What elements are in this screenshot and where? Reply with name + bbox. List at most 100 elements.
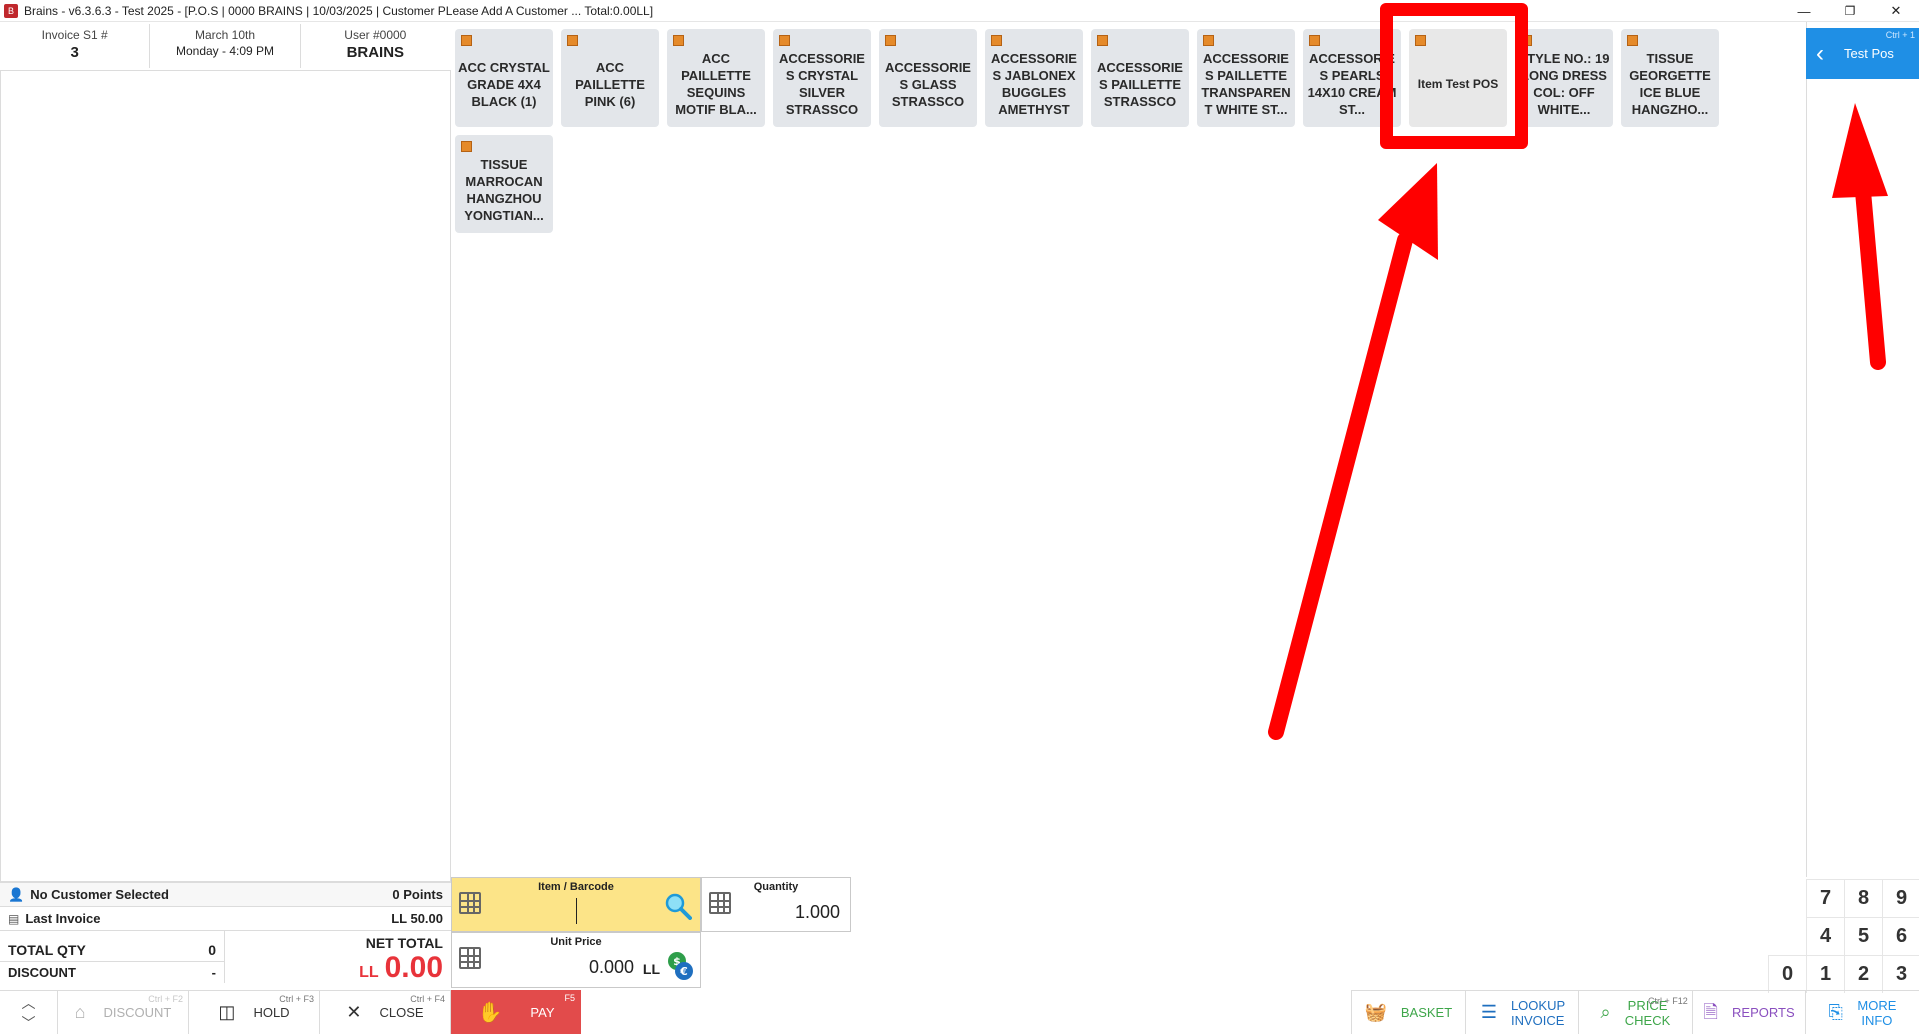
reports-label: REPORTS <box>1732 1005 1795 1020</box>
total-qty-value: 0 <box>208 942 216 958</box>
close-icon: ✕ <box>346 1002 362 1022</box>
chevron-up-icon[interactable]: ︿ <box>22 993 36 1013</box>
numpad-key[interactable]: 3 <box>1882 955 1919 993</box>
keypad-icon[interactable] <box>709 892 731 914</box>
hand-money-icon: ✋ <box>477 1001 503 1024</box>
numpad-key[interactable]: 1 <box>1806 955 1844 993</box>
price-check-button[interactable]: Ctrl + F12 ⌕ PRICE CHECK <box>1578 991 1692 1034</box>
item-tile-label: ACC CRYSTAL GRADE 4X4 BLACK (1) <box>458 59 550 109</box>
svg-text:€: € <box>679 965 688 978</box>
invoice-header: Invoice S1 # 3 March 10th Monday - 4:09 … <box>0 24 450 68</box>
unit-price-field[interactable]: Unit Price 0.000 LL $ € <box>451 932 701 988</box>
item-tile[interactable]: STYLE NO.: 19 LONG DRESS COL: OFF WHITE.… <box>1515 29 1613 127</box>
quantity-field[interactable]: Quantity 1.000 <box>701 877 851 932</box>
basket-label: BASKET <box>1400 1005 1453 1020</box>
item-tile-label: ACCESSORIES PAILLETTE STRASSCO <box>1097 59 1183 109</box>
receipt-icon: ▤ <box>8 911 20 926</box>
numpad-key[interactable]: 5 <box>1844 917 1882 955</box>
category-panel <box>1806 22 1919 877</box>
item-tile[interactable]: ACCESSORIES GLASS STRASSCO <box>879 29 977 127</box>
item-color-icon <box>885 35 896 46</box>
category-test-pos-button[interactable]: Ctrl + 1 ‹ Test Pos <box>1806 28 1919 79</box>
scroll-nav: ︿ ﹀ <box>0 991 58 1034</box>
date-label: March 10th <box>194 28 255 42</box>
keypad-icon[interactable] <box>459 947 481 969</box>
item-tile[interactable]: ACCESSORIES JABLONEX BUGGLES AMETHYST <box>985 29 1083 127</box>
hold-button[interactable]: Ctrl + F3 ◫ HOLD <box>189 991 320 1034</box>
reports-button[interactable]: 🗎 REPORTS <box>1691 991 1806 1034</box>
item-color-icon <box>567 35 578 46</box>
user-label: User #0000 <box>344 28 407 42</box>
close-invoice-button[interactable]: Ctrl + F4 ✕ CLOSE <box>320 991 451 1034</box>
item-color-icon <box>461 35 472 46</box>
app-logo-icon: B <box>4 3 18 18</box>
close-button-label: CLOSE <box>379 1005 424 1020</box>
item-color-icon <box>1097 35 1108 46</box>
close-window-button[interactable]: ✕ <box>1873 0 1919 22</box>
total-qty-label: TOTAL QTY <box>8 942 86 958</box>
close-shortcut: Ctrl + F4 <box>410 994 445 1004</box>
chevron-down-icon[interactable]: ﹀ <box>22 1013 36 1033</box>
pay-button[interactable]: F5 ✋ PAY <box>451 990 581 1034</box>
item-tile[interactable]: ACC PAILLETTE SEQUINS MOTIF BLA... <box>667 29 765 127</box>
numpad-key[interactable]: 8 <box>1844 879 1882 917</box>
discount-button[interactable]: Ctrl + F2 ⌂ DISCOUNT <box>58 991 189 1034</box>
item-tile[interactable]: ACC CRYSTAL GRADE 4X4 BLACK (1) <box>455 29 553 127</box>
search-icon[interactable] <box>664 892 692 920</box>
tag-icon: ⌂ <box>74 1002 86 1022</box>
numpad-key[interactable]: 6 <box>1882 917 1919 955</box>
title-bar: B Brains - v6.3.6.3 - Test 2025 - [P.O.S… <box>0 0 1919 22</box>
numpad-key[interactable]: 4 <box>1806 917 1844 955</box>
basket-button[interactable]: 🧺 BASKET <box>1351 991 1465 1034</box>
unit-price-value[interactable]: 0.000 <box>589 957 634 978</box>
user-name: BRAINS <box>346 44 405 61</box>
numpad-key[interactable]: 7 <box>1806 879 1844 917</box>
discount-button-label: DISCOUNT <box>103 1005 172 1020</box>
category-shortcut: Ctrl + 1 <box>1885 30 1915 40</box>
item-tile[interactable]: ACCESSORIES CRYSTAL SILVER STRASSCO <box>773 29 871 127</box>
keypad-icon[interactable] <box>459 892 481 914</box>
item-tile-label: ACC PAILLETTE SEQUINS MOTIF BLA... <box>675 51 757 117</box>
more-info-button[interactable]: ⎘ MORE INFO <box>1805 991 1919 1034</box>
lookup-invoice-button[interactable]: ☰ LOOKUP INVOICE <box>1464 991 1579 1034</box>
discount-value: - <box>211 965 216 980</box>
item-tile-label: ACCESSORIES PAILLETTE TRANSPAREN T WHITE… <box>1201 51 1291 117</box>
item-barcode-label: Item / Barcode <box>538 881 614 893</box>
last-invoice-value: LL 50.00 <box>391 911 443 926</box>
item-color-icon <box>1203 35 1214 46</box>
magnifier-icon: ⌕ <box>1600 1002 1611 1022</box>
item-tile-label: TISSUE GEORGETTE ICE BLUE HANGZHO... <box>1629 51 1711 117</box>
invoice-label: Invoice S1 # <box>41 28 108 42</box>
item-barcode-field[interactable]: Item / Barcode <box>451 877 701 932</box>
customer-row[interactable]: 👤 No Customer Selected 0 Points <box>0 882 451 906</box>
currency-switch-icon[interactable]: $ € <box>666 951 694 981</box>
item-tile[interactable]: TISSUE GEORGETTE ICE BLUE HANGZHO... <box>1621 29 1719 127</box>
numpad-key[interactable]: 0 <box>1768 955 1806 993</box>
last-invoice-row[interactable]: ▤ Last Invoice LL 50.00 <box>0 906 451 930</box>
category-label: Test Pos <box>1844 46 1894 61</box>
item-color-icon <box>1309 35 1320 46</box>
item-tile[interactable]: ACCESSORIES PAILLETTE TRANSPAREN T WHITE… <box>1197 29 1295 127</box>
restore-button[interactable]: ❐ <box>1827 0 1873 22</box>
item-color-icon <box>779 35 790 46</box>
hold-button-label: HOLD <box>253 1005 290 1020</box>
customer-name: No Customer Selected <box>30 887 169 902</box>
numpad-key[interactable]: 2 <box>1844 955 1882 993</box>
pay-shortcut: F5 <box>564 993 575 1003</box>
discount-summary: DISCOUNT - <box>0 961 225 983</box>
numpad-key[interactable]: 9 <box>1882 879 1919 917</box>
price-check-shortcut: Ctrl + F12 <box>1648 996 1688 1006</box>
invoice-lines-list[interactable] <box>0 70 451 882</box>
total-qty: TOTAL QTY 0 <box>0 931 225 961</box>
item-tile[interactable]: ACC PAILLETTE PINK (6) <box>561 29 659 127</box>
minimize-button[interactable]: — <box>1781 0 1827 22</box>
date-info: March 10th Monday - 4:09 PM <box>150 24 301 68</box>
quantity-value[interactable]: 1.000 <box>795 902 840 923</box>
item-color-icon <box>673 35 684 46</box>
discount-shortcut: Ctrl + F2 <box>148 994 183 1004</box>
item-tile[interactable]: TISSUE MARROCAN HANGZHOU YONGTIAN... <box>455 135 553 233</box>
window-title: Brains - v6.3.6.3 - Test 2025 - [P.O.S |… <box>24 3 654 18</box>
item-tile[interactable]: ACCESSORIES PAILLETTE STRASSCO <box>1091 29 1189 127</box>
text-caret <box>576 898 577 924</box>
customer-points: 0 Points <box>392 887 443 902</box>
